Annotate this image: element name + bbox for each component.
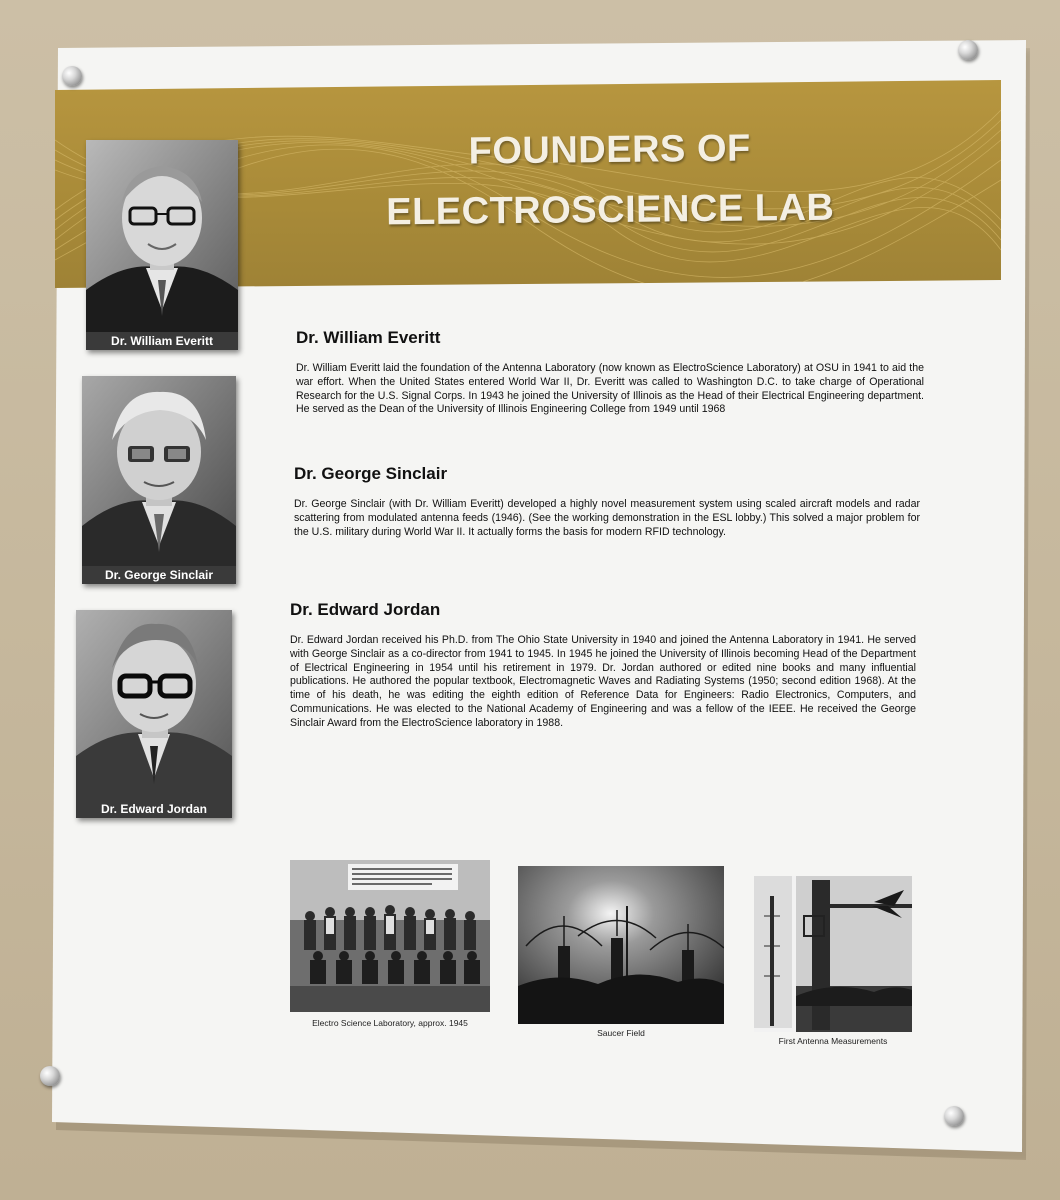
portrait-image xyxy=(82,376,236,566)
photo-esl-group xyxy=(290,860,490,1012)
portrait-edward-jordan: Dr. Edward Jordan xyxy=(76,610,232,818)
bio-george-sinclair: Dr. George Sinclair Dr. George Sinclair … xyxy=(294,464,920,539)
bio-edward-jordan: Dr. Edward Jordan Dr. Edward Jordan rece… xyxy=(290,600,916,731)
mount-screw-top-right xyxy=(958,40,978,60)
mount-screw-bottom-right xyxy=(944,1106,964,1126)
portrait-image xyxy=(86,140,238,332)
title-line-2: ELECTROSCIENCE LAB xyxy=(386,186,835,234)
antenna-measurements-image xyxy=(754,876,912,1032)
bio-text: Dr. George Sinclair (with Dr. William Ev… xyxy=(294,498,920,538)
page-title: FOUNDERS OF ELECTROSCIENCE LAB xyxy=(329,117,890,243)
photo-first-antenna-measurements xyxy=(754,876,912,1032)
bio-name: Dr. William Everitt xyxy=(296,328,441,347)
photo-caption-esl-group: Electro Science Laboratory, approx. 1945 xyxy=(312,1018,468,1028)
title-line-1: FOUNDERS OF xyxy=(468,127,751,173)
bio-william-everitt: Dr. William Everitt Dr. William Everitt … xyxy=(296,328,924,417)
bio-name: Dr. Edward Jordan xyxy=(290,600,441,619)
saucer-field-image xyxy=(518,866,724,1024)
group-photo-image xyxy=(290,860,490,1012)
bio-text: Dr. William Everitt laid the foundation … xyxy=(296,362,924,416)
portrait-caption: Dr. William Everitt xyxy=(86,332,238,350)
bio-text: Dr. Edward Jordan received his Ph.D. fro… xyxy=(290,634,916,729)
mount-screw-top-left xyxy=(62,66,82,86)
photo-saucer-field xyxy=(518,866,724,1024)
portrait-caption: Dr. George Sinclair xyxy=(82,566,236,584)
portrait-william-everitt: Dr. William Everitt xyxy=(86,140,238,350)
photo-caption-antenna-measurements: First Antenna Measurements xyxy=(778,1036,888,1046)
bio-name: Dr. George Sinclair xyxy=(294,464,448,483)
photo-caption-saucer-field: Saucer Field xyxy=(597,1028,645,1038)
portrait-george-sinclair: Dr. George Sinclair xyxy=(82,376,236,584)
mount-screw-bottom-left xyxy=(40,1066,60,1086)
portrait-image xyxy=(76,610,232,800)
portrait-caption: Dr. Edward Jordan xyxy=(76,800,232,818)
